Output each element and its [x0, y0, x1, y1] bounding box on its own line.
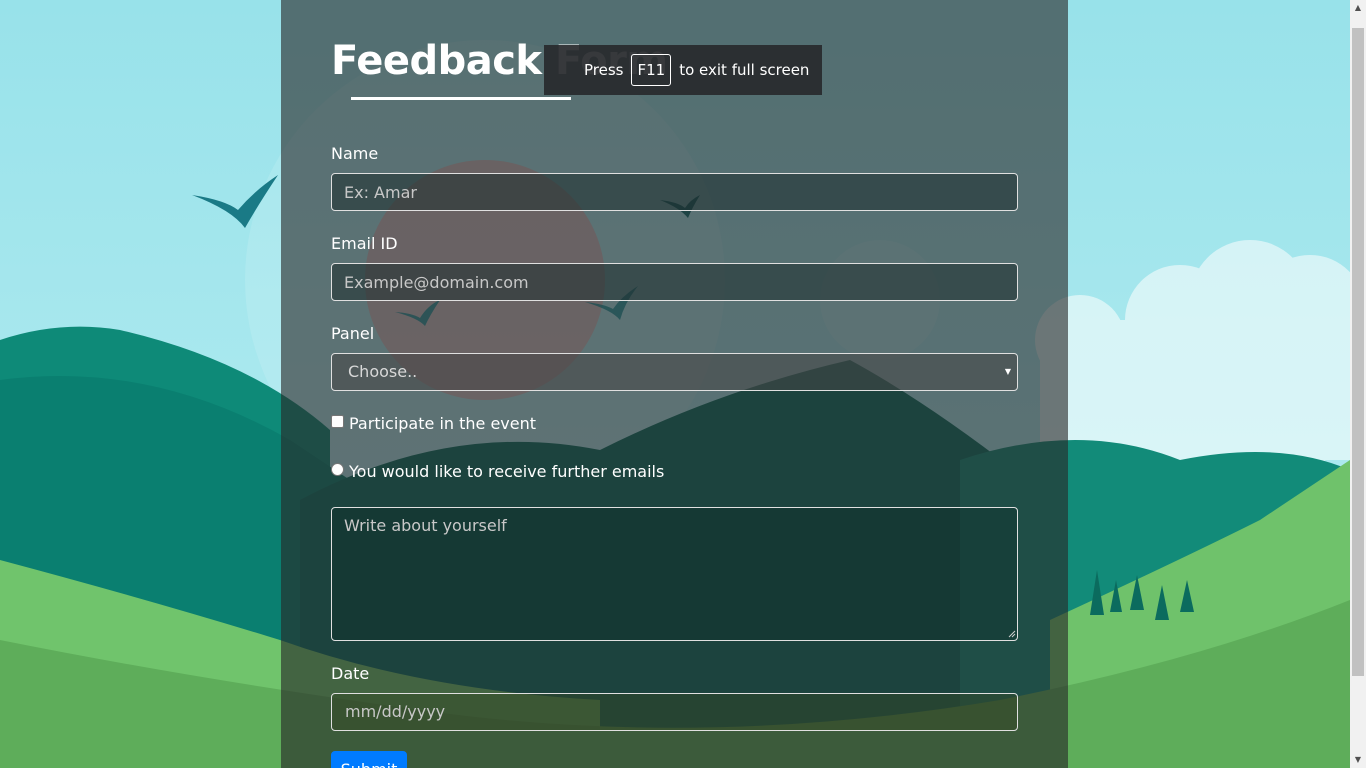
date-label: Date — [331, 664, 370, 683]
title-underline — [351, 97, 571, 100]
emails-label[interactable]: You would like to receive further emails — [349, 462, 664, 481]
dropdown-arrow-icon: ▼ — [1004, 367, 1011, 376]
panel-select-value: Choose.. — [348, 362, 418, 381]
browser-viewport: Feedback Form Name Email ID Panel Choose… — [0, 0, 1366, 768]
scroll-up-arrow-icon[interactable]: ▲ — [1350, 0, 1366, 16]
emails-row: You would like to receive further emails — [331, 461, 664, 481]
scroll-down-arrow-icon[interactable]: ▼ — [1350, 752, 1366, 768]
date-placeholder: mm/dd/yyyy — [345, 702, 446, 721]
date-input[interactable]: mm/dd/yyyy — [331, 693, 1018, 731]
fullscreen-notice-prefix: Press — [584, 61, 624, 79]
email-label: Email ID — [331, 234, 398, 253]
vertical-scrollbar[interactable]: ▲ ▼ — [1350, 0, 1366, 768]
panel-select[interactable]: Choose.. ▼ — [331, 353, 1018, 391]
fullscreen-notice: Press F11 to exit full screen — [544, 45, 822, 95]
fullscreen-notice-suffix: to exit full screen — [679, 61, 810, 79]
participate-label[interactable]: Participate in the event — [349, 414, 536, 433]
name-input[interactable] — [331, 173, 1018, 211]
resize-grip-icon[interactable] — [1008, 630, 1016, 638]
about-textarea[interactable] — [331, 507, 1018, 641]
participate-checkbox[interactable] — [331, 414, 344, 428]
participate-row: Participate in the event — [331, 413, 536, 433]
name-label: Name — [331, 144, 379, 163]
scroll-thumb[interactable] — [1352, 28, 1364, 676]
emails-radio[interactable] — [331, 462, 344, 476]
panel-label: Panel — [331, 324, 375, 343]
email-input[interactable] — [331, 263, 1018, 301]
fullscreen-key: F11 — [631, 54, 672, 86]
submit-button[interactable]: Submit — [331, 751, 407, 768]
